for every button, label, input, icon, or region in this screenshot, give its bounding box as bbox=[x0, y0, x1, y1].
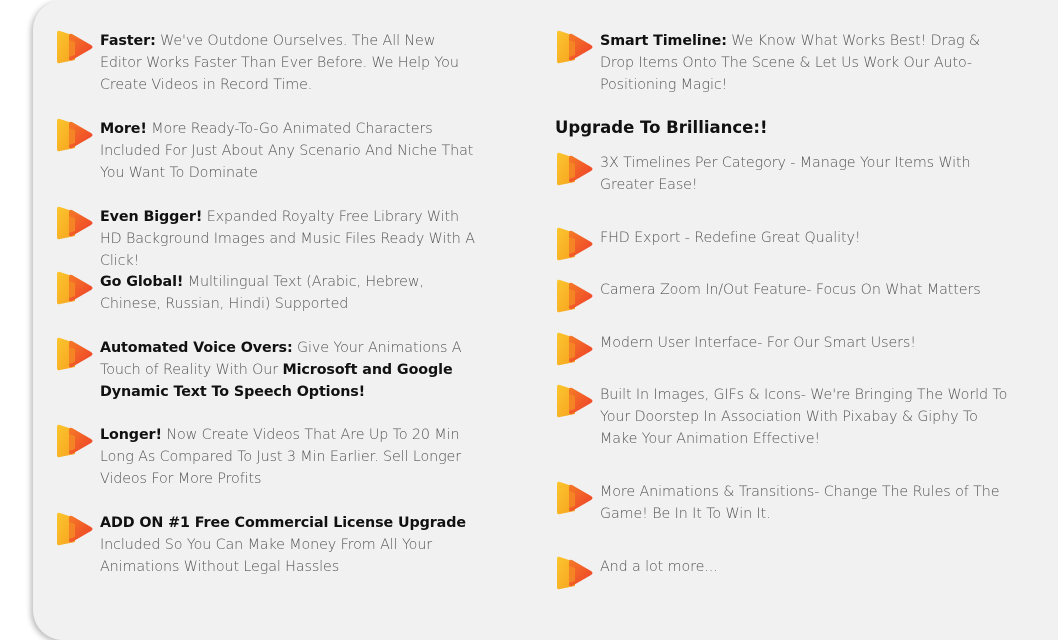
play-arrow-icon bbox=[57, 118, 93, 152]
play-arrow-icon bbox=[557, 227, 593, 261]
feature-title: Even Bigger! bbox=[100, 209, 203, 225]
play-arrow-icon bbox=[57, 206, 93, 240]
feature-title: ADD ON #1 Free Commercial License Upgrad… bbox=[100, 515, 466, 531]
play-arrow-icon bbox=[57, 512, 93, 546]
play-arrow-icon bbox=[557, 332, 593, 366]
feature-title: Faster: bbox=[100, 33, 156, 49]
feature-title: Smart Timeline: bbox=[600, 33, 727, 49]
play-arrow-icon bbox=[557, 152, 593, 186]
play-arrow-icon bbox=[57, 424, 93, 458]
play-arrow-icon bbox=[557, 556, 593, 590]
feature-desc: More Ready-To-Go Animated Characters Inc… bbox=[100, 121, 474, 181]
feature-title: Go Global! bbox=[100, 274, 184, 290]
play-arrow-icon bbox=[557, 30, 593, 64]
feature-title: Longer! bbox=[100, 427, 162, 443]
feature-title: More! bbox=[100, 121, 147, 137]
upgrade-heading: Upgrade To Brilliance:! bbox=[555, 118, 768, 137]
play-arrow-icon bbox=[57, 271, 93, 305]
play-arrow-icon bbox=[557, 481, 593, 515]
feature-title: Automated Voice Overs: bbox=[100, 340, 293, 356]
feature-desc: Included So You Can Make Money From All … bbox=[100, 537, 433, 575]
play-arrow-icon bbox=[557, 384, 593, 418]
play-arrow-icon bbox=[57, 30, 93, 64]
play-arrow-icon bbox=[557, 279, 593, 313]
play-arrow-icon bbox=[57, 337, 93, 371]
